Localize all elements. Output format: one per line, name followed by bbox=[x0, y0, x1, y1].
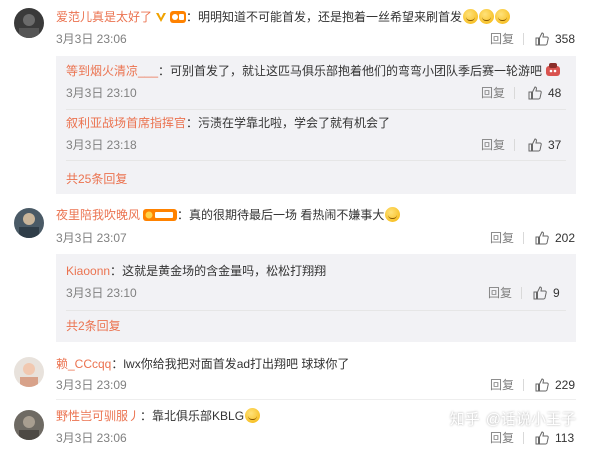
like-button[interactable]: 113 bbox=[535, 430, 574, 446]
watermark-author: @话说小王子 bbox=[485, 411, 576, 428]
comment-date: 3月3日 23:06 bbox=[56, 32, 127, 46]
watermark-site: 知乎 bbox=[449, 411, 480, 428]
emoji-icon bbox=[495, 9, 511, 24]
username-link[interactable]: 赖_CCcqq bbox=[56, 357, 111, 371]
reply-text: 这就是黄金场的含金量吗，松松打翔翔 bbox=[122, 264, 327, 278]
thumbs-up-icon bbox=[535, 431, 549, 445]
reply-separator: ： bbox=[186, 116, 199, 130]
reply-header: 叙利亚战场首席指挥官：污渍在学靠北啦，学会了就有机会了 bbox=[66, 115, 390, 131]
divider bbox=[523, 33, 524, 45]
divider bbox=[66, 310, 566, 311]
reply-separator: ： bbox=[110, 264, 123, 278]
like-count: 358 bbox=[555, 32, 576, 46]
comment-item: 夜里陪我吹晚风 ：真的很期待最后一场 看热闹不嫌事大 3月3日 23:07 回复 … bbox=[0, 200, 590, 348]
emoji-icon bbox=[245, 408, 261, 423]
divider bbox=[523, 232, 524, 244]
member-badge-icon bbox=[143, 209, 178, 225]
divider bbox=[66, 160, 566, 161]
username-link[interactable]: 叙利亚战场首席指挥官 bbox=[66, 116, 186, 130]
reply-header: 等到烟火清凉___：可别首发了，就让这匹马俱乐部抱着他们的弯弯小团队季后赛一轮游… bbox=[66, 63, 561, 81]
reply-button[interactable]: 回复 bbox=[488, 285, 512, 301]
username-link[interactable]: 等到烟火清凉___ bbox=[66, 64, 158, 78]
like-count: 37 bbox=[548, 138, 562, 152]
comment-separator: ： bbox=[140, 409, 153, 423]
divider bbox=[521, 287, 522, 299]
comment-text: 靠北俱乐部KBLG bbox=[152, 409, 245, 423]
like-count: 229 bbox=[555, 378, 576, 392]
avatar[interactable] bbox=[14, 410, 44, 440]
divider bbox=[514, 139, 515, 151]
comment-separator: ： bbox=[177, 208, 190, 222]
reply-separator: ： bbox=[158, 64, 171, 78]
thumbs-up-icon bbox=[533, 286, 547, 300]
reply-date: 3月3日 23:10 bbox=[66, 286, 137, 300]
like-button[interactable]: 9 bbox=[533, 285, 560, 301]
member-badge-icon bbox=[170, 11, 187, 27]
like-count: 202 bbox=[555, 231, 576, 245]
reply-button[interactable]: 回复 bbox=[490, 377, 514, 393]
thumbs-up-icon bbox=[528, 86, 542, 100]
thumbs-up-icon bbox=[535, 378, 549, 392]
reply-button[interactable]: 回复 bbox=[481, 85, 505, 101]
sticker-icon bbox=[545, 63, 561, 81]
username-link[interactable]: 爱范儿真是太好了 bbox=[56, 10, 152, 24]
emoji-icon bbox=[385, 207, 401, 222]
verified-v-icon bbox=[155, 11, 167, 27]
reply-header: Kiaoonn：这就是黄金场的含金量吗，松松打翔翔 bbox=[66, 263, 326, 279]
reply-button[interactable]: 回复 bbox=[490, 430, 514, 446]
thumbs-up-icon bbox=[528, 138, 542, 152]
thumbs-up-icon bbox=[535, 231, 549, 245]
comment-item: 赖_CCcqq：lwx你给我把对面首发ad打出翔吧 球球你了 3月3日 23:0… bbox=[0, 348, 590, 400]
reply-text: 可别首发了，就让这匹马俱乐部抱着他们的弯弯小团队季后赛一轮游吧 bbox=[170, 64, 543, 78]
reply-date: 3月3日 23:10 bbox=[66, 86, 137, 100]
like-button[interactable]: 48 bbox=[528, 85, 561, 101]
divider bbox=[514, 87, 515, 99]
reply-button[interactable]: 回复 bbox=[490, 31, 514, 47]
divider bbox=[66, 109, 566, 110]
watermark: 知乎 @话说小王子 bbox=[450, 408, 576, 429]
reply-button[interactable]: 回复 bbox=[490, 230, 514, 246]
emoji-icon bbox=[479, 9, 495, 24]
like-button[interactable]: 229 bbox=[535, 377, 575, 393]
reply-list: Kiaoonn：这就是黄金场的含金量吗，松松打翔翔 3月3日 23:10 回复 … bbox=[56, 254, 576, 342]
username-link[interactable]: 野性岂可驯服丿 bbox=[56, 409, 140, 423]
comment-date: 3月3日 23:06 bbox=[56, 431, 127, 445]
more-replies-link[interactable]: 共25条回复 bbox=[66, 171, 127, 187]
avatar[interactable] bbox=[14, 208, 44, 238]
username-link[interactable]: 夜里陪我吹晚风 bbox=[56, 208, 140, 222]
avatar[interactable] bbox=[14, 357, 44, 387]
like-count: 48 bbox=[548, 86, 562, 100]
emoji-icon bbox=[463, 9, 479, 24]
divider bbox=[523, 379, 524, 391]
like-button[interactable]: 202 bbox=[535, 230, 575, 246]
like-count: 113 bbox=[555, 431, 575, 445]
divider bbox=[523, 432, 524, 444]
comment-separator: ： bbox=[111, 357, 124, 371]
like-button[interactable]: 358 bbox=[535, 31, 575, 47]
comment-date: 3月3日 23:07 bbox=[56, 231, 127, 245]
username-link[interactable]: Kiaoonn bbox=[66, 264, 110, 278]
comment-text: lwx你给我把对面首发ad打出翔吧 球球你了 bbox=[123, 357, 350, 371]
comment-date: 3月3日 23:09 bbox=[56, 378, 127, 392]
comment-header: 野性岂可驯服丿：靠北俱乐部KBLG bbox=[56, 408, 261, 424]
comment-header: 赖_CCcqq：lwx你给我把对面首发ad打出翔吧 球球你了 bbox=[56, 356, 349, 372]
thumbs-up-icon bbox=[535, 32, 549, 46]
comment-text: 真的很期待最后一场 看热闹不嫌事大 bbox=[189, 208, 385, 222]
more-replies-link[interactable]: 共2条回复 bbox=[66, 318, 121, 334]
reply-button[interactable]: 回复 bbox=[481, 137, 505, 153]
reply-item: 等到烟火清凉___：可别首发了，就让这匹马俱乐部抱着他们的弯弯小团队季后赛一轮游… bbox=[56, 56, 576, 114]
comment-header: 夜里陪我吹晚风 ：真的很期待最后一场 看热闹不嫌事大 bbox=[56, 207, 401, 225]
reply-item: Kiaoonn：这就是黄金场的含金量吗，松松打翔翔 3月3日 23:10 回复 … bbox=[56, 254, 576, 312]
avatar[interactable] bbox=[14, 8, 44, 38]
comment-item: 爱范儿真是太好了 ：明明知道不可能首发，还是抱着一丝希望来刷首发 3月3日 23:… bbox=[0, 0, 590, 200]
reply-text: 污渍在学靠北啦，学会了就有机会了 bbox=[198, 116, 391, 130]
comment-separator: ： bbox=[186, 10, 199, 24]
reply-list: 等到烟火清凉___：可别首发了，就让这匹马俱乐部抱着他们的弯弯小团队季后赛一轮游… bbox=[56, 56, 576, 194]
like-button[interactable]: 37 bbox=[528, 137, 561, 153]
like-count: 9 bbox=[553, 286, 560, 300]
comment-text: 明明知道不可能首发，还是抱着一丝希望来刷首发 bbox=[198, 10, 463, 24]
reply-item: 叙利亚战场首席指挥官：污渍在学靠北啦，学会了就有机会了 3月3日 23:18 回… bbox=[56, 112, 576, 170]
reply-date: 3月3日 23:18 bbox=[66, 138, 137, 152]
comment-header: 爱范儿真是太好了 ：明明知道不可能首发，还是抱着一丝希望来刷首发 bbox=[56, 9, 511, 27]
